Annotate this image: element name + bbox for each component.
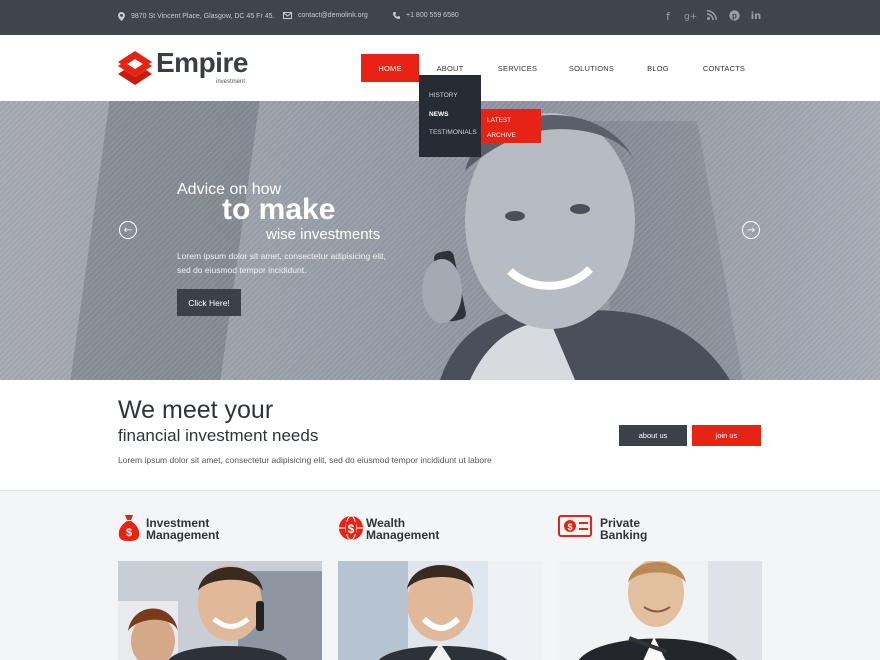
nav-contacts[interactable]: CONTACTS <box>687 54 761 82</box>
facebook-icon[interactable]: f <box>662 10 674 24</box>
phone-info: +1 800 559 6580 <box>393 12 459 19</box>
hero-cta-button[interactable]: Click Here! <box>177 289 241 316</box>
email-info: contact@demolink.org <box>283 12 368 19</box>
service-photo <box>338 561 542 660</box>
dropdown-item-news[interactable]: NEWS <box>419 106 481 125</box>
logo-mark-icon <box>118 51 152 85</box>
service-wealth-management[interactable]: $ Wealth Management <box>338 491 542 660</box>
money-bag-icon: $ <box>118 515 140 541</box>
intro-section: We meet your financial investment needs … <box>0 380 880 490</box>
email-link[interactable]: contact@demolink.org <box>298 12 368 19</box>
service-title: Wealth Management <box>366 516 440 542</box>
envelope-icon <box>283 12 292 19</box>
service-private-banking[interactable]: $ Private Banking <box>558 491 762 660</box>
join-us-button[interactable]: join us <box>692 425 761 446</box>
svg-text:$: $ <box>348 522 355 536</box>
svg-text:$: $ <box>126 527 132 539</box>
globe-dollar-icon: $ <box>339 515 363 541</box>
banknote-icon: $ <box>558 515 592 537</box>
logo[interactable]: Empire investment <box>118 47 258 89</box>
submenu-item-archive[interactable]: ARCHIVE <box>481 128 541 143</box>
about-us-button[interactable]: about us <box>619 425 687 446</box>
brand-name: Empire <box>156 47 248 78</box>
nav-services[interactable]: SERVICES <box>481 54 554 82</box>
intro-text: Lorem ipsum dolor sit amet, consectetur … <box>118 455 492 465</box>
service-title: Investment Management <box>146 516 220 542</box>
nav-blog[interactable]: BLOG <box>629 54 687 82</box>
rss-icon[interactable] <box>706 10 718 24</box>
about-dropdown: HISTORY NEWS TESTIMONIALS <box>419 75 481 157</box>
services-section: $ Investment Management $ Wealth Managem… <box>0 490 880 660</box>
service-title: Private Banking <box>600 516 648 542</box>
dropdown-item-history[interactable]: HISTORY <box>419 87 481 106</box>
svg-text:$: $ <box>567 522 572 532</box>
dropdown-item-testimonials[interactable]: TESTIMONIALS <box>419 124 481 143</box>
news-submenu: LATEST ARCHIVE <box>481 109 541 143</box>
pinterest-icon[interactable]: p <box>728 10 740 24</box>
service-photo <box>118 561 322 660</box>
social-links: f g+ p in <box>662 10 762 24</box>
svg-text:p: p <box>732 11 737 20</box>
nav-home[interactable]: HOME <box>361 54 419 82</box>
nav-solutions[interactable]: SOLUTIONS <box>554 54 629 82</box>
linkedin-icon[interactable]: in <box>750 10 762 24</box>
service-photo <box>558 561 762 660</box>
slider-next-arrow-icon[interactable]: → <box>742 221 760 239</box>
intro-subtitle: financial investment needs <box>118 426 319 445</box>
hero-description: Lorem ipsum dolor sit amet, consectetur … <box>177 251 386 275</box>
brand-tagline: investment <box>216 79 246 85</box>
top-bar: 9870 St Vincent Place, Glasgow, DC 45 Fr… <box>0 0 880 35</box>
slider-prev-arrow-icon[interactable]: ← <box>119 221 137 239</box>
address-text: 9870 St Vincent Place, Glasgow, DC 45 Fr… <box>131 13 275 20</box>
hero-line2: to make <box>222 193 336 226</box>
map-pin-icon <box>118 12 125 21</box>
address-info: 9870 St Vincent Place, Glasgow, DC 45 Fr… <box>118 12 274 21</box>
intro-title: We meet your <box>118 396 274 424</box>
service-investment-management[interactable]: $ Investment Management <box>118 491 322 660</box>
phone-text: +1 800 559 6580 <box>406 12 459 19</box>
submenu-item-latest[interactable]: LATEST <box>481 113 541 128</box>
google-plus-icon[interactable]: g+ <box>684 10 697 24</box>
hero-line3: wise investments <box>266 226 381 243</box>
phone-icon <box>393 12 400 19</box>
